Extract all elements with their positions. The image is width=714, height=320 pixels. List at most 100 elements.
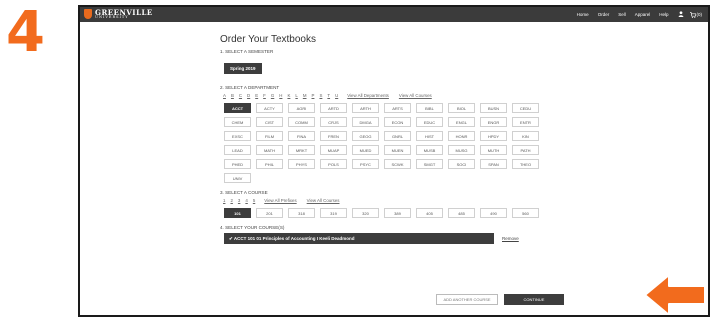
department-button[interactable]: PHIL <box>256 159 283 169</box>
course-prefix-link[interactable]: 4 <box>245 198 247 203</box>
remove-course-link[interactable]: Remove <box>502 236 519 241</box>
department-button[interactable]: GEOG <box>352 131 379 141</box>
department-button[interactable]: MRKT <box>288 145 315 155</box>
course-prefix-link[interactable]: 3 <box>238 198 240 203</box>
course-button[interactable]: 560 <box>512 208 539 218</box>
department-button[interactable]: KIN <box>512 131 539 141</box>
department-button[interactable]: ENTR <box>512 117 539 127</box>
department-letter-link[interactable]: P <box>312 93 315 98</box>
department-button[interactable]: BIOL <box>448 103 475 113</box>
department-button[interactable]: HONR <box>448 131 475 141</box>
department-letter-link[interactable]: U <box>335 93 338 98</box>
course-prefix-link[interactable]: 1 <box>223 198 225 203</box>
department-button[interactable]: MUAP <box>320 145 347 155</box>
department-button[interactable]: MUEN <box>384 145 411 155</box>
department-button[interactable]: PHED <box>224 159 251 169</box>
department-button[interactable]: MUED <box>352 145 379 155</box>
course-button[interactable]: 490 <box>480 208 507 218</box>
user-icon[interactable] <box>678 11 684 18</box>
view-all-courses-link[interactable]: View All Courses <box>307 198 340 203</box>
course-button[interactable]: 320 <box>352 208 379 218</box>
department-button[interactable]: MUSG <box>448 145 475 155</box>
add-another-course-button[interactable]: ADD ANOTHER COURSE <box>436 294 498 305</box>
course-button[interactable]: 318 <box>288 208 315 218</box>
department-button[interactable]: PSYC <box>352 159 379 169</box>
department-button[interactable]: EXSC <box>224 131 251 141</box>
department-button[interactable]: DMGA <box>352 117 379 127</box>
semester-button[interactable]: Spring 2019 <box>224 63 262 74</box>
department-letter-link[interactable]: F <box>263 93 266 98</box>
view-all-departments-link[interactable]: View All Departments <box>347 93 389 98</box>
department-button[interactable]: ARTS <box>384 103 411 113</box>
department-button[interactable]: CIST <box>256 117 283 127</box>
department-button[interactable]: SCWK <box>384 159 411 169</box>
department-button[interactable]: FILM <box>256 131 283 141</box>
department-button[interactable]: ENGR <box>480 117 507 127</box>
department-button[interactable]: ACTY <box>256 103 283 113</box>
course-button[interactable]: 101 <box>224 208 251 218</box>
main-nav: Home Order Sell Apparel Help (0) <box>568 7 702 22</box>
department-letter-link[interactable]: H <box>279 93 282 98</box>
continue-button[interactable]: CONTINUE <box>504 294 564 305</box>
department-button[interactable]: BUSN <box>480 103 507 113</box>
department-button[interactable]: FINA <box>288 131 315 141</box>
nav-home[interactable]: Home <box>577 12 589 17</box>
department-letter-link[interactable]: D <box>247 93 250 98</box>
view-all-courses-link[interactable]: View All Courses <box>399 93 432 98</box>
department-button[interactable]: CEDU <box>512 103 539 113</box>
nav-sell[interactable]: Sell <box>618 12 626 17</box>
department-button[interactable]: LEAD <box>224 145 251 155</box>
department-letter-link[interactable]: E <box>255 93 258 98</box>
department-letter-link[interactable]: S <box>319 93 322 98</box>
department-letter-link[interactable]: K <box>287 93 290 98</box>
course-button[interactable]: 201 <box>256 208 283 218</box>
course-button[interactable]: 485 <box>448 208 475 218</box>
department-button[interactable]: CRJS <box>320 117 347 127</box>
department-letter-link[interactable]: B <box>231 93 234 98</box>
department-letter-link[interactable]: T <box>327 93 330 98</box>
course-button[interactable]: 405 <box>416 208 443 218</box>
department-button[interactable]: ARTH <box>352 103 379 113</box>
department-letter-link[interactable]: L <box>295 93 297 98</box>
nav-order[interactable]: Order <box>598 12 610 17</box>
department-button[interactable]: ECON <box>384 117 411 127</box>
department-button[interactable]: ENGL <box>448 117 475 127</box>
step-number: 4 <box>6 0 45 65</box>
department-button[interactable]: POLS <box>320 159 347 169</box>
view-all-prefixes-link[interactable]: View All Prefixes <box>264 198 296 203</box>
course-prefix-link[interactable]: 5 <box>253 198 255 203</box>
department-letter-link[interactable]: G <box>271 93 274 98</box>
course-button[interactable]: 319 <box>320 208 347 218</box>
department-button[interactable]: SMGT <box>416 159 443 169</box>
department-button[interactable]: FREN <box>320 131 347 141</box>
department-button[interactable]: UNIV <box>224 173 251 183</box>
department-button[interactable]: MUTH <box>480 145 507 155</box>
department-button[interactable]: AGRI <box>288 103 315 113</box>
nav-help[interactable]: Help <box>659 12 668 17</box>
department-button[interactable]: CHEM <box>224 117 251 127</box>
course-prefix-link[interactable]: 2 <box>230 198 232 203</box>
department-button[interactable]: MUSB <box>416 145 443 155</box>
university-logo[interactable]: GREENVILLE UNIVERSITY <box>84 9 153 20</box>
department-button[interactable]: COMM <box>288 117 315 127</box>
department-button[interactable]: GNRL <box>384 131 411 141</box>
department-button[interactable]: BIBL <box>416 103 443 113</box>
cart-button[interactable]: (0) <box>689 11 702 18</box>
nav-apparel[interactable]: Apparel <box>635 12 651 17</box>
department-button[interactable]: THEO <box>512 159 539 169</box>
department-letter-link[interactable]: C <box>239 93 242 98</box>
department-button[interactable]: ARTD <box>320 103 347 113</box>
department-button[interactable]: PATH <box>512 145 539 155</box>
department-grid: ACCT ACTY AGRI ARTD ARTH ARTS BIBL BIOL BUSN CEDU… <box>224 103 560 183</box>
department-button[interactable]: PHYS <box>288 159 315 169</box>
department-button[interactable]: HPDY <box>480 131 507 141</box>
course-button[interactable]: 389 <box>384 208 411 218</box>
department-letter-link[interactable]: M <box>303 93 307 98</box>
department-button[interactable]: HIST <box>416 131 443 141</box>
department-button[interactable]: SOCI <box>448 159 475 169</box>
department-button[interactable]: MATH <box>256 145 283 155</box>
department-button[interactable]: ACCT <box>224 103 251 113</box>
department-button[interactable]: EDUC <box>416 117 443 127</box>
department-button[interactable]: SPAN <box>480 159 507 169</box>
department-letter-link[interactable]: A <box>223 93 226 98</box>
